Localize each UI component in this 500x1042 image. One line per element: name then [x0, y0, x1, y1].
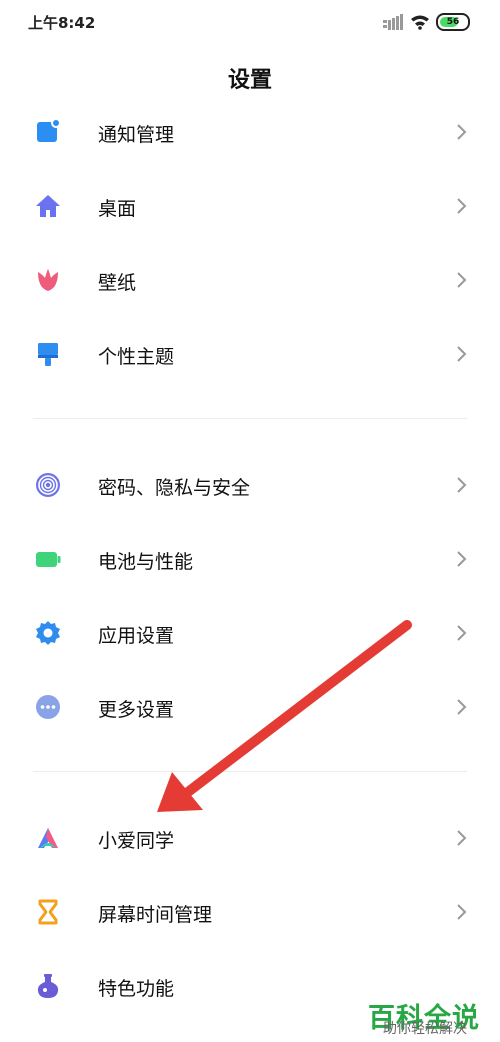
settings-item-desktop[interactable]: 桌面	[0, 176, 500, 236]
signal-icon	[383, 14, 403, 30]
status-icons: 56	[382, 12, 470, 32]
hourglass-icon	[38, 899, 58, 925]
status-time: 上午8:42	[28, 14, 96, 32]
status-bar: 上午8:42 56	[0, 0, 500, 44]
chevron-right-icon	[457, 124, 467, 140]
flask-icon	[37, 974, 59, 998]
chevron-right-icon	[457, 904, 467, 920]
home-icon	[36, 195, 60, 217]
page-title: 设置	[227, 68, 272, 93]
chevron-right-icon	[457, 477, 467, 493]
notification-icon	[37, 118, 61, 142]
settings-item-notifications[interactable]: 通知管理	[0, 102, 500, 162]
battery-icon	[36, 552, 61, 567]
wifi-icon	[411, 15, 429, 30]
settings-item-label: 应用设置	[98, 625, 175, 647]
settings-item-app-settings[interactable]: 应用设置	[0, 603, 500, 663]
chevron-right-icon	[457, 551, 467, 567]
settings-item-label: 电池与性能	[98, 551, 194, 573]
settings-item-screen-time[interactable]: 屏幕时间管理	[0, 882, 500, 942]
battery-indicator: 56	[436, 13, 470, 31]
fingerprint-icon	[36, 473, 60, 497]
chevron-right-icon	[457, 346, 467, 362]
section-divider	[33, 771, 467, 772]
chevron-right-icon	[457, 699, 467, 715]
watermark-logo: 百科全说 助你轻松解决	[368, 1004, 494, 1042]
settings-item-label: 特色功能	[98, 978, 175, 1000]
settings-item-label: 个性主题	[98, 346, 175, 368]
settings-item-label: 小爱同学	[98, 830, 175, 852]
chevron-right-icon	[457, 625, 467, 641]
settings-item-more-settings[interactable]: 更多设置	[0, 677, 500, 737]
settings-item-label: 桌面	[98, 198, 137, 220]
settings-item-themes[interactable]: 个性主题	[0, 324, 500, 384]
tulip-icon	[38, 269, 58, 291]
section-divider	[33, 418, 467, 419]
chevron-right-icon	[457, 272, 467, 288]
settings-item-label: 通知管理	[98, 124, 175, 146]
paint-brush-icon	[38, 343, 58, 366]
settings-item-label: 屏幕时间管理	[98, 904, 213, 926]
chevron-right-icon	[457, 198, 467, 214]
settings-item-wallpaper[interactable]: 壁纸	[0, 250, 500, 310]
settings-item-privacy-security[interactable]: 密码、隐私与安全	[0, 455, 500, 515]
battery-percent: 56	[446, 17, 460, 27]
xiaoai-icon	[38, 828, 58, 848]
settings-item-label: 更多设置	[98, 699, 175, 721]
watermark-sub-text: 助你轻松解决	[383, 1021, 467, 1037]
settings-item-label: 密码、隐私与安全	[98, 477, 251, 499]
settings-item-label: 壁纸	[98, 272, 137, 294]
settings-item-battery-performance[interactable]: 电池与性能	[0, 529, 500, 589]
gear-icon	[36, 621, 60, 645]
more-icon	[36, 695, 60, 719]
settings-item-xiaoai[interactable]: 小爱同学	[0, 808, 500, 868]
chevron-right-icon	[457, 830, 467, 846]
